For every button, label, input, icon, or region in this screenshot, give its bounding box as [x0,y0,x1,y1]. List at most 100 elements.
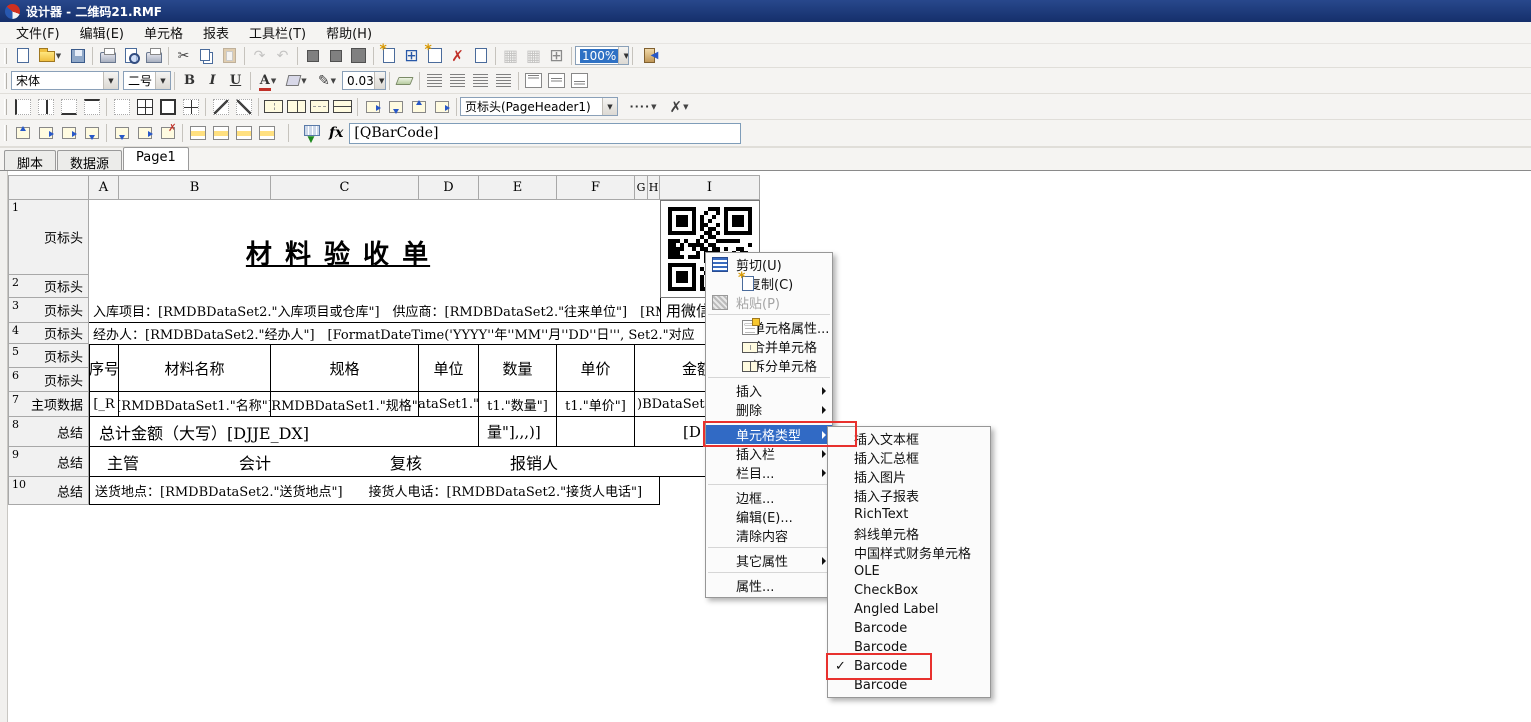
split-rows-button[interactable] [331,96,354,117]
total-empty-cell[interactable] [557,417,635,447]
line-style-button[interactable]: ····▼ [624,96,662,117]
submenu-item-11-barcode[interactable]: Barcode [828,638,990,657]
highlight-eraser-button[interactable] [393,70,416,91]
chevron-down-icon[interactable]: ▼ [103,72,118,89]
context-menu-item-edit[interactable]: 编辑(E)... [706,507,832,526]
border-inner-button[interactable] [179,96,202,117]
data-spec-cell[interactable]: [RMDBDataSet1."规格"] [271,392,419,417]
copy-button[interactable] [195,45,218,66]
header-unit-cell[interactable]: 单位 [419,344,479,392]
preview-data-button[interactable]: ▼ [299,123,325,144]
header-name-cell[interactable]: 材料名称 [119,344,271,392]
data-qty-cell[interactable]: t1."数量"] [479,392,557,417]
band-layout-4-button[interactable] [255,123,278,144]
print-preview-button[interactable] [119,45,142,66]
context-menu-item-insert[interactable]: 插入 [706,381,832,400]
border-none-button[interactable] [110,96,133,117]
insert-right-button[interactable] [57,123,80,144]
insert-cell-below-button[interactable] [384,96,407,117]
merge-columns-button[interactable] [262,96,285,117]
delete-selection-button[interactable]: ✗▼ [662,96,696,117]
page-setup-button[interactable] [142,45,165,66]
new-file-button[interactable] [11,45,34,66]
cut-button[interactable]: ✂ [172,45,195,66]
menu-toolbars[interactable]: 工具栏(T) [239,21,316,44]
snap-grid-button[interactable]: ▦ [522,45,545,66]
row-header-3[interactable]: 3页标头 [9,298,89,323]
column-header-a[interactable]: A [89,176,119,200]
context-menu-item-paste[interactable]: 粘贴(P) [706,293,832,312]
underline-button[interactable]: U [224,70,247,91]
column-header-b[interactable]: B [119,176,271,200]
split-down-button[interactable] [110,123,133,144]
toolbar-grip[interactable] [4,99,7,115]
border-vertical-button[interactable] [34,96,57,117]
border-all-button[interactable] [133,96,156,117]
save-button[interactable] [66,45,89,66]
report-title-cell[interactable]: 材 料 验 收 单 [119,200,557,275]
column-header-g[interactable]: G [635,176,648,200]
submenu-item-12-barcode[interactable]: ✓Barcode [828,657,990,676]
submenu-item-6-[interactable]: 中国样式财务单元格 [828,543,990,562]
border-outer-button[interactable] [156,96,179,117]
row-header-4[interactable]: 4页标头 [9,323,89,344]
valign-middle-button[interactable] [545,70,568,91]
formula-input[interactable] [349,123,741,144]
add-table-button[interactable] [423,45,446,66]
blank-page-button[interactable] [469,45,492,66]
submenu-item-3-[interactable]: 插入子报表 [828,486,990,505]
header-seq-cell[interactable]: 序号 [89,344,119,392]
border-top-button[interactable] [80,96,103,117]
exit-button[interactable]: ◀ [636,45,666,66]
grow-cell-button[interactable] [430,96,453,117]
submenu-item-13-barcode[interactable]: Barcode [828,676,990,695]
context-menu-item-cell-properties[interactable]: 单元格属性... [706,318,832,337]
context-menu-item-columns[interactable]: 栏目... [706,463,832,482]
column-header-f[interactable]: F [557,176,635,200]
data-seq-cell[interactable]: [_R [89,392,119,417]
paste-button[interactable] [218,45,241,66]
diagonal-up-button[interactable] [232,96,255,117]
header-price-cell[interactable]: 单价 [557,344,635,392]
bring-forward-button[interactable] [301,45,324,66]
column-header-d[interactable]: D [419,176,479,200]
redo-button[interactable]: ↷ [248,45,271,66]
context-menu-item-cell-type[interactable]: 单元格类型 [706,425,832,444]
context-menu-item-other-properties[interactable]: 其它属性 [706,551,832,570]
border-left-button[interactable] [11,96,34,117]
column-header-c[interactable]: C [271,176,419,200]
align-left-button[interactable] [423,70,446,91]
header-spec-cell[interactable]: 规格 [271,344,419,392]
band-layout-3-button[interactable] [232,123,255,144]
tab-script[interactable]: 脚本 [4,150,56,170]
context-menu-item-merge-cells[interactable]: 合并单元格 [706,337,832,356]
delete-cell-button[interactable] [156,123,179,144]
chevron-down-icon[interactable]: ▼ [602,98,617,115]
context-menu-item-copy[interactable]: 复制(C) [706,274,832,293]
chevron-down-icon[interactable]: ▼ [618,47,629,64]
submenu-item-10-barcode[interactable]: Barcode [828,619,990,638]
data-price-cell[interactable]: t1."单价"] [557,392,635,417]
font-size-combo[interactable]: 二号▼ [123,71,171,90]
data-name-cell[interactable]: [RMDBDataSet1."名称"] [119,392,271,417]
font-name-combo[interactable]: 宋体▼ [11,71,119,90]
valign-top-button[interactable] [522,70,545,91]
line-width-combo[interactable]: 0.03▼ [342,71,386,90]
merge-rows-button[interactable] [308,96,331,117]
align-justify-button[interactable] [492,70,515,91]
row-header-2[interactable]: 2页标头 [9,275,89,298]
menu-report[interactable]: 报表 [193,21,239,44]
sheet-corner[interactable] [9,176,89,200]
band-layout-1-button[interactable] [186,123,209,144]
insert-band-button[interactable] [377,45,400,66]
toolbar-grip[interactable] [4,73,7,89]
delivery-row-cell[interactable]: 送货地点：[RMDBDataSet2."送货地点"] 接货人电话：[RMDBDa… [89,477,660,505]
chevron-down-icon[interactable]: ▼ [374,72,386,89]
row-header-8[interactable]: 8总结 [9,417,89,447]
split-right-button[interactable] [133,123,156,144]
print-button[interactable] [96,45,119,66]
data-unit-cell[interactable]: ataSet1." [419,392,479,417]
insert-left-button[interactable] [34,123,57,144]
split-band-button[interactable] [11,123,34,144]
row-header-1[interactable]: 1页标头 [9,200,89,275]
